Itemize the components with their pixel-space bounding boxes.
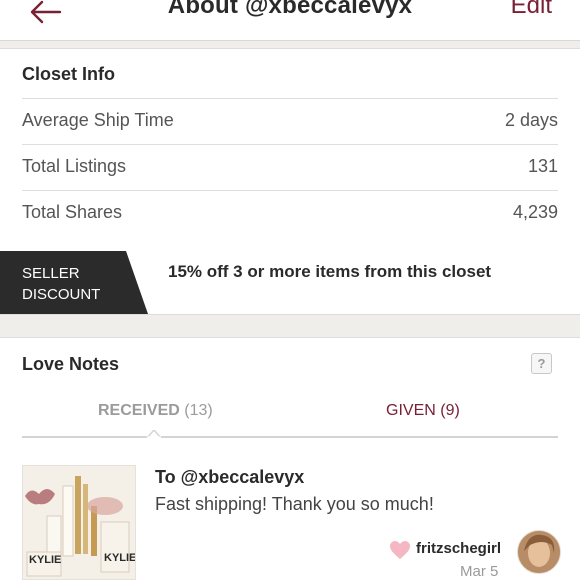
discount-description: 15% off 3 or more items from this closet: [168, 262, 492, 281]
row-value: 131: [527, 156, 558, 176]
love-note-message: Fast shipping! Thank you so much!: [155, 494, 434, 514]
edit-button[interactable]: Edit: [511, 0, 552, 20]
top-bar: About @xbeccalevyx Edit: [0, 0, 580, 41]
seller-discount-banner: SELLER DISCOUNT 15% off 3 or more items …: [0, 251, 580, 315]
tab-given[interactable]: GIVEN (9): [386, 402, 460, 420]
row-value: 2 days: [504, 110, 558, 130]
love-note-recipient: To @xbeccalevyx: [155, 467, 305, 487]
seller-discount-badge-label: SELLER DISCOUNT: [22, 265, 101, 303]
avatar[interactable]: [517, 530, 561, 574]
page-title: About @xbeccalevyx: [167, 0, 413, 19]
tab-underline: [22, 436, 558, 438]
selected-tab-caret: [147, 430, 161, 438]
love-notes-section: Love Notes ? RECEIVED (13) GIVEN (9) KYL…: [0, 337, 580, 581]
product-label-kylie-2: KYLIE: [104, 552, 136, 564]
total-shares-row: Total Shares 4,239: [22, 190, 558, 237]
love-note-author[interactable]: fritzschegirl: [416, 540, 501, 557]
row-value: 4,239: [512, 202, 558, 222]
heart-icon: [390, 541, 410, 559]
row-label: Total Listings: [22, 156, 127, 176]
avatar-photo: [518, 531, 560, 573]
total-listings-row: Total Listings 131: [22, 144, 558, 191]
row-label: Average Ship Time: [22, 110, 174, 130]
closet-info-section: Closet Info Average Ship Time 2 days Tot…: [0, 48, 580, 252]
average-ship-time-row: Average Ship Time 2 days: [22, 98, 558, 145]
product-label-kylie-1: KYLIE: [29, 554, 62, 566]
row-label: Total Shares: [22, 202, 123, 222]
love-note-product-image[interactable]: KYLIE KYLIE: [22, 465, 136, 580]
love-notes-title: Love Notes: [22, 354, 120, 374]
question-mark-icon[interactable]: ?: [531, 353, 552, 374]
tab-received[interactable]: RECEIVED (13): [98, 402, 213, 420]
love-note-date: Mar 5: [460, 563, 499, 580]
closet-info-title: Closet Info: [22, 64, 115, 84]
